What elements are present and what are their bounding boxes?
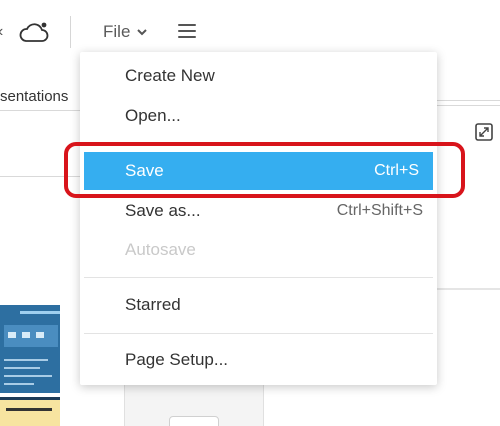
chevron-down-icon bbox=[137, 29, 148, 36]
toolbar-divider bbox=[70, 16, 71, 48]
menu-divider bbox=[84, 277, 433, 278]
expand-icon[interactable] bbox=[474, 122, 494, 142]
template-thumbnail[interactable] bbox=[0, 305, 60, 393]
panel-shadow bbox=[436, 288, 500, 290]
menu-item-label: Save as... bbox=[125, 201, 201, 220]
sidebar-tab-presentations[interactable]: sentations bbox=[0, 88, 68, 105]
file-menu-button[interactable]: File bbox=[103, 22, 148, 42]
menu-item-open[interactable]: Open... bbox=[80, 97, 437, 135]
template-thumbnail[interactable] bbox=[0, 400, 60, 426]
menu-item-save-as[interactable]: Save as... Ctrl+Shift+S bbox=[80, 192, 437, 230]
menu-item-label: Starred bbox=[125, 295, 181, 314]
menu-item-shortcut: Ctrl+S bbox=[374, 162, 419, 179]
sidebar-divider bbox=[0, 110, 80, 111]
menu-divider bbox=[84, 333, 433, 334]
menu-item-label: Open... bbox=[125, 106, 181, 125]
back-arrow-icon[interactable]: ‹ bbox=[0, 23, 3, 41]
menu-item-page-setup[interactable]: Page Setup... bbox=[80, 341, 437, 379]
file-menu-label: File bbox=[103, 22, 131, 41]
menu-item-label: Page Setup... bbox=[125, 350, 229, 369]
cloud-sync-icon[interactable] bbox=[18, 18, 50, 46]
menu-item-label: Save bbox=[125, 161, 164, 180]
sidebar-divider bbox=[0, 176, 80, 177]
slide-canvas[interactable] bbox=[124, 380, 264, 426]
menu-item-autosave: Autosave bbox=[80, 231, 437, 269]
menu-item-create-new[interactable]: Create New bbox=[80, 57, 437, 95]
menu-item-label: Autosave bbox=[125, 240, 196, 259]
menu-item-label: Create New bbox=[125, 66, 215, 85]
file-dropdown-menu: Create New Open... Save Ctrl+S Save as..… bbox=[80, 52, 437, 385]
menu-item-starred[interactable]: Starred bbox=[80, 286, 437, 324]
hamburger-menu-icon[interactable] bbox=[178, 24, 196, 39]
menu-item-shortcut: Ctrl+Shift+S bbox=[336, 202, 423, 219]
app-window: ‹ File sentations bbox=[0, 0, 500, 426]
menu-item-save[interactable]: Save Ctrl+S bbox=[84, 152, 433, 190]
